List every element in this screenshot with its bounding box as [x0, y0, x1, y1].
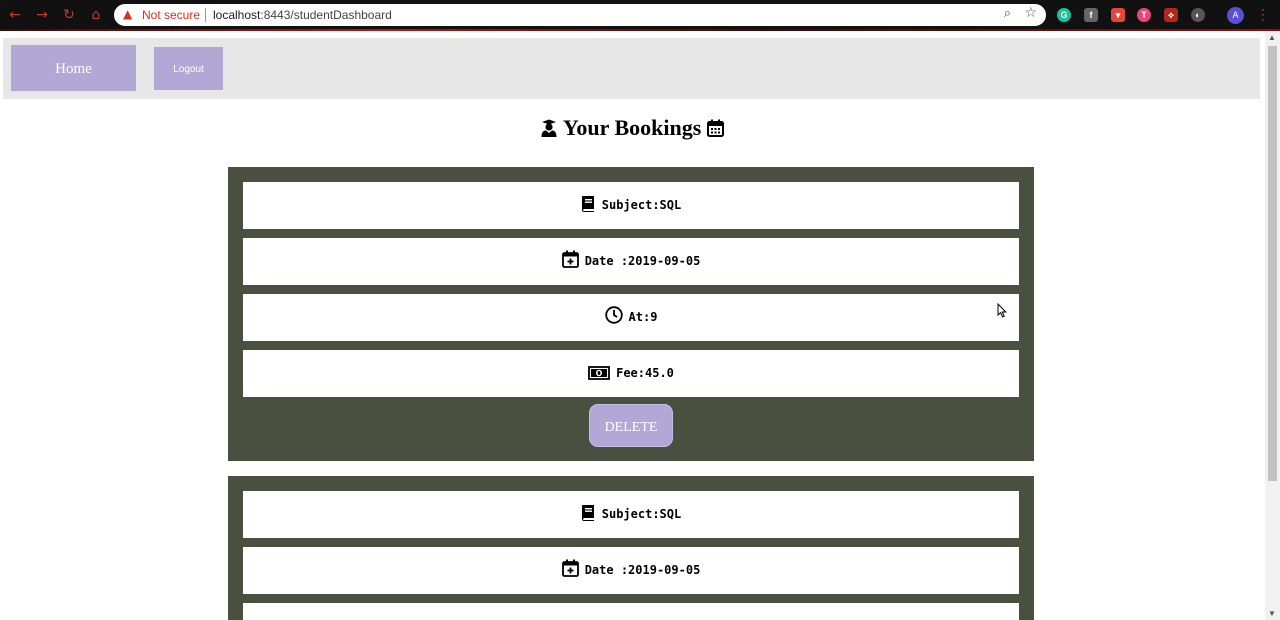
booking-subject-row: Subject:SQL	[243, 182, 1019, 229]
misc-extension-icon[interactable]: ◐	[1191, 8, 1205, 22]
address-bar[interactable]: ▲ Not secure localhost:8443/studentDashb…	[114, 4, 1046, 26]
calendar-plus-icon	[561, 250, 579, 268]
booking-date: Date :2019-09-05	[584, 254, 701, 268]
book-icon	[581, 505, 594, 521]
booking-date: Date :2019-09-05	[584, 563, 701, 577]
page-title: Your Bookings	[0, 115, 1264, 141]
address-separator	[205, 8, 206, 22]
booking-time: At:9	[628, 310, 658, 324]
home-icon[interactable]: ⌂	[88, 7, 104, 23]
scroll-down-icon[interactable]: ▼	[1268, 609, 1276, 618]
url-path: :8443/studentDashboard	[260, 8, 392, 22]
clock-icon	[604, 306, 623, 324]
reload-icon[interactable]: ↻	[61, 7, 77, 23]
logout-button[interactable]: Logout	[154, 47, 223, 90]
site-navbar: Home Logout	[3, 38, 1260, 99]
menu-kebab-icon[interactable]: ⋮	[1256, 6, 1270, 23]
booking-subject: Subject:SQL	[601, 507, 682, 521]
url-text[interactable]: localhost:8443/studentDashboard	[213, 8, 392, 22]
pdf-extension-icon[interactable]: ⟡	[1164, 8, 1178, 22]
save-extension-icon[interactable]: ▾	[1111, 8, 1125, 22]
calendar-plus-icon	[561, 559, 579, 577]
zoom-icon[interactable]: ⌕	[1004, 6, 1011, 21]
booking-date-row: Date :2019-09-05	[243, 238, 1019, 285]
money-bill-icon	[588, 366, 610, 380]
page-scrollbar[interactable]: ▲ ▼	[1265, 31, 1280, 620]
browser-toolbar: ← → ↻ ⌂ ▲ Not secure localhost:8443/stud…	[0, 0, 1280, 31]
booking-fee-row: Fee:45.0	[243, 350, 1019, 397]
booking-date-row: Date :2019-09-05	[243, 547, 1019, 594]
grammarly-extension-icon[interactable]: G	[1057, 8, 1071, 22]
t-extension-icon[interactable]: T	[1137, 8, 1151, 22]
booking-time-row: At:9	[243, 294, 1019, 341]
booking-card: Subject:SQL Date :2019-09-05 At:9 Fee:45…	[228, 167, 1034, 461]
facebook-extension-icon[interactable]: f	[1084, 8, 1098, 22]
home-button[interactable]: Home	[11, 45, 136, 91]
toolbar-accent-line	[0, 29, 1280, 31]
booking-card: Subject:SQL Date :2019-09-05	[228, 476, 1034, 620]
back-arrow-icon[interactable]: ←	[7, 7, 23, 23]
url-host: localhost	[213, 8, 261, 22]
bookmark-star-icon[interactable]: ☆	[1024, 5, 1037, 21]
student-icon	[541, 119, 557, 137]
scroll-up-icon[interactable]: ▲	[1268, 33, 1276, 42]
booking-subject-row: Subject:SQL	[243, 491, 1019, 538]
warning-triangle-icon: ▲	[123, 7, 133, 21]
mouse-cursor-icon	[997, 303, 1007, 318]
book-icon	[581, 196, 594, 212]
not-secure-label: Not secure	[142, 8, 201, 22]
booking-fee: Fee:45.0	[616, 366, 674, 380]
booking-time-row	[243, 603, 1019, 620]
delete-booking-button[interactable]: DELETE	[589, 404, 673, 447]
forward-arrow-icon[interactable]: →	[34, 7, 50, 23]
profile-avatar[interactable]: A	[1227, 7, 1244, 24]
calendar-icon	[706, 119, 724, 137]
scrollbar-thumb[interactable]	[1268, 46, 1277, 481]
booking-subject: Subject:SQL	[601, 198, 682, 212]
page-title-text: Your Bookings	[562, 115, 702, 140]
